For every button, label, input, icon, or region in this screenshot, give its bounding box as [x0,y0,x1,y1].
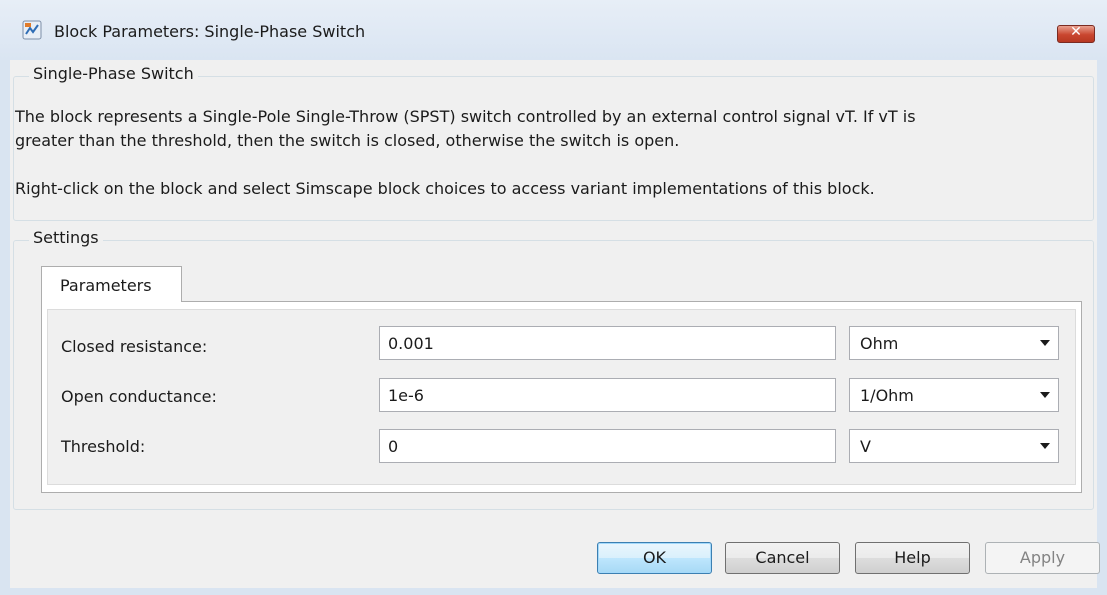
chevron-down-icon [1040,443,1050,449]
description-group-title: Single-Phase Switch [29,64,198,83]
simulink-block-icon [22,20,42,40]
cancel-button[interactable]: Cancel [725,542,840,574]
chevron-down-icon [1040,340,1050,346]
description-line-2: greater than the threshold, then the swi… [15,131,680,150]
closed-resistance-field[interactable]: 0.001 [379,326,836,360]
description-line-3: Right-click on the block and select Sims… [15,179,875,198]
open-conductance-unit-select[interactable]: 1/Ohm [849,378,1059,412]
tab-parameters[interactable]: Parameters [41,266,182,302]
dialog-client-area: Single-Phase Switch The block represents… [10,60,1100,588]
apply-button[interactable]: Apply [985,542,1100,574]
window-title: Block Parameters: Single-Phase Switch [54,22,366,41]
close-button[interactable]: ✕ [1057,24,1095,43]
threshold-unit-select[interactable]: V [849,429,1059,463]
open-conductance-unit-value: 1/Ohm [860,386,914,405]
help-button[interactable]: Help [855,542,970,574]
open-conductance-label: Open conductance: [61,387,217,406]
dialog-window: Block Parameters: Single-Phase Switch ✕ … [0,0,1107,595]
chevron-down-icon [1040,392,1050,398]
description-line-1: The block represents a Single-Pole Singl… [15,107,916,126]
threshold-field[interactable]: 0 [379,429,836,463]
threshold-label: Threshold: [61,437,146,456]
threshold-unit-value: V [860,437,871,456]
closed-resistance-unit-select[interactable]: Ohm [849,326,1059,360]
ok-button[interactable]: OK [597,542,712,574]
title-bar[interactable]: Block Parameters: Single-Phase Switch ✕ [0,0,1107,60]
tab-parameters-label: Parameters [60,276,152,295]
closed-resistance-unit-value: Ohm [860,334,899,353]
close-icon: ✕ [1070,24,1082,40]
open-conductance-field[interactable]: 1e-6 [379,378,836,412]
settings-group-title: Settings [29,228,103,247]
closed-resistance-label: Closed resistance: [61,337,208,356]
